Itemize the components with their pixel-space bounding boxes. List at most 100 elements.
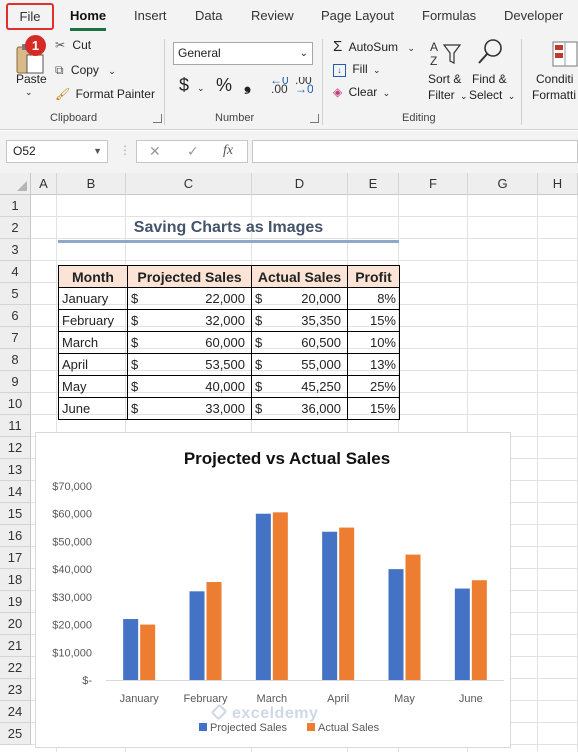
row-header-7[interactable]: 7 xyxy=(0,327,31,349)
formula-bar-grip-icon[interactable]: ⋮ xyxy=(119,143,131,157)
cell-month[interactable]: March xyxy=(58,331,128,354)
column-header-a[interactable]: A xyxy=(31,173,57,195)
row-header-17[interactable]: 17 xyxy=(0,547,31,569)
row-header-19[interactable]: 19 xyxy=(0,591,31,613)
row-header-21[interactable]: 21 xyxy=(0,635,31,657)
row-header-1[interactable]: 1 xyxy=(0,195,31,217)
cell-actual-sales[interactable]: $55,000 xyxy=(251,353,348,376)
row-header-13[interactable]: 13 xyxy=(0,459,31,481)
copy-dropdown-icon[interactable]: ⌄ xyxy=(108,66,116,76)
row-header-10[interactable]: 10 xyxy=(0,393,31,415)
clipboard-launcher-icon[interactable] xyxy=(153,114,162,123)
cell-profit[interactable]: 10% xyxy=(347,331,400,354)
tab-page-layout[interactable]: Page Layout xyxy=(321,8,394,23)
row-header-20[interactable]: 20 xyxy=(0,613,31,635)
row-header-2[interactable]: 2 xyxy=(0,217,31,239)
conditional-formatting-label-2[interactable]: Formatti xyxy=(532,88,576,102)
column-header-c[interactable]: C xyxy=(126,173,252,195)
cell-actual-sales[interactable]: $20,000 xyxy=(251,287,348,310)
cell-projected-sales[interactable]: $22,000 xyxy=(127,287,252,310)
row-header-25[interactable]: 25 xyxy=(0,723,31,745)
sort-filter-label-2[interactable]: Filter ⌄ xyxy=(428,88,468,102)
percent-style-button[interactable]: % xyxy=(216,75,232,96)
tab-developer[interactable]: Developer xyxy=(504,8,563,23)
fill-button[interactable]: ↓ Fill ⌄ xyxy=(333,62,381,77)
tab-insert[interactable]: Insert xyxy=(134,8,167,23)
row-header-23[interactable]: 23 xyxy=(0,679,31,701)
sort-filter-label[interactable]: Sort & xyxy=(428,72,461,86)
column-header-d[interactable]: D xyxy=(252,173,348,195)
row-header-9[interactable]: 9 xyxy=(0,371,31,393)
header-projected-sales[interactable]: Projected Sales xyxy=(127,265,252,288)
cell-profit[interactable]: 25% xyxy=(347,375,400,398)
cell-projected-sales[interactable]: $32,000 xyxy=(127,309,252,332)
cell-profit[interactable]: 15% xyxy=(347,397,400,420)
row-header-12[interactable]: 12 xyxy=(0,437,31,459)
column-header-f[interactable]: F xyxy=(399,173,468,195)
row-header-22[interactable]: 22 xyxy=(0,657,31,679)
tab-data[interactable]: Data xyxy=(195,8,222,23)
find-select-button[interactable] xyxy=(476,37,506,70)
tab-file[interactable]: File xyxy=(6,3,54,30)
accounting-format-button[interactable]: $ ⌄ xyxy=(179,75,205,96)
increase-decimal-button[interactable]: ←0.00 xyxy=(270,73,289,98)
paste-label[interactable]: Paste xyxy=(16,72,47,86)
enter-check-icon[interactable]: ✓ xyxy=(187,143,199,160)
row-header-4[interactable]: 4 xyxy=(0,261,31,283)
row-header-3[interactable]: 3 xyxy=(0,239,31,261)
row-header-11[interactable]: 11 xyxy=(0,415,31,437)
select-all-corner[interactable] xyxy=(0,173,31,195)
cell-projected-sales[interactable]: $60,000 xyxy=(127,331,252,354)
cell-month[interactable]: February xyxy=(58,309,128,332)
cell-month[interactable]: January xyxy=(58,287,128,310)
find-select-label-2[interactable]: Select ⌄ xyxy=(469,88,515,102)
paste-dropdown-icon[interactable]: ⌄ xyxy=(25,87,33,98)
row-header-16[interactable]: 16 xyxy=(0,525,31,547)
number-launcher-icon[interactable] xyxy=(310,114,319,123)
row-header-24[interactable]: 24 xyxy=(0,701,31,723)
name-box[interactable]: O52 ▼ xyxy=(6,140,108,163)
cell-profit[interactable]: 13% xyxy=(347,353,400,376)
cell-actual-sales[interactable]: $36,000 xyxy=(251,397,348,420)
insert-function-icon[interactable]: fx xyxy=(223,143,233,159)
find-select-label[interactable]: Find & xyxy=(472,72,507,86)
cell-actual-sales[interactable]: $60,500 xyxy=(251,331,348,354)
cell-actual-sales[interactable]: $35,350 xyxy=(251,309,348,332)
clear-button[interactable]: ◈ Clear ⌄ xyxy=(333,85,390,99)
format-painter-button[interactable]: 🖌 Format Painter xyxy=(55,87,155,101)
cell-profit[interactable]: 15% xyxy=(347,309,400,332)
cell-profit[interactable]: 8% xyxy=(347,287,400,310)
cell-actual-sales[interactable]: $45,250 xyxy=(251,375,348,398)
sales-chart[interactable]: Projected vs Actual Sales $- $10,000 $20,00… xyxy=(35,432,511,748)
tab-formulas[interactable]: Formulas xyxy=(422,8,476,23)
header-actual-sales[interactable]: Actual Sales xyxy=(251,265,348,288)
decrease-decimal-button[interactable]: .00 →0 xyxy=(295,73,314,98)
cell-projected-sales[interactable]: $53,500 xyxy=(127,353,252,376)
sort-filter-button[interactable]: A Z xyxy=(430,39,462,72)
conditional-formatting-button[interactable] xyxy=(552,41,578,70)
cell-month[interactable]: June xyxy=(58,397,128,420)
copy-button[interactable]: ⧉ Copy ⌄ xyxy=(55,63,116,78)
row-header-6[interactable]: 6 xyxy=(0,305,31,327)
cut-button[interactable]: ✂ Cut xyxy=(55,38,91,52)
row-header-15[interactable]: 15 xyxy=(0,503,31,525)
number-format-select[interactable]: General ⌄ xyxy=(173,42,313,65)
column-header-e[interactable]: E xyxy=(348,173,399,195)
header-month[interactable]: Month xyxy=(58,265,128,288)
conditional-formatting-label[interactable]: Conditi xyxy=(536,72,573,86)
cell-projected-sales[interactable]: $33,000 xyxy=(127,397,252,420)
formula-input[interactable] xyxy=(252,140,578,163)
autosum-button[interactable]: Σ AutoSum ⌄ xyxy=(333,38,415,55)
tab-review[interactable]: Review xyxy=(251,8,294,23)
column-header-b[interactable]: B xyxy=(57,173,126,195)
sheet-title[interactable]: Saving Charts as Images xyxy=(58,219,399,237)
column-header-g[interactable]: G xyxy=(468,173,538,195)
cell-month[interactable]: April xyxy=(58,353,128,376)
row-header-5[interactable]: 5 xyxy=(0,283,31,305)
tab-home[interactable]: Home xyxy=(70,8,106,23)
row-header-14[interactable]: 14 xyxy=(0,481,31,503)
row-header-18[interactable]: 18 xyxy=(0,569,31,591)
cancel-icon[interactable]: ✕ xyxy=(149,143,161,160)
column-header-partial[interactable] xyxy=(570,173,578,195)
header-profit[interactable]: Profit xyxy=(347,265,400,288)
